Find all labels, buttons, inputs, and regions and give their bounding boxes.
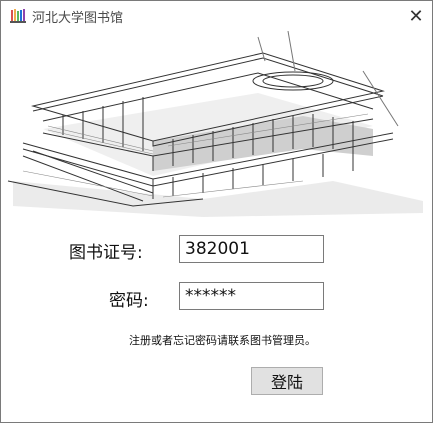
close-icon: ✕ <box>408 5 424 27</box>
close-button[interactable]: ✕ <box>400 1 432 31</box>
login-window: 河北大学图书馆 ✕ 图书证号: 382001 密码: ****** 注册或者忘记… <box>0 0 433 423</box>
title-bar[interactable]: 河北大学图书馆 ✕ <box>1 1 432 31</box>
password-input[interactable] <box>179 282 324 310</box>
login-button-label: 登陆 <box>270 373 303 392</box>
library-building-sketch <box>7 31 423 217</box>
login-button[interactable]: 登陆 <box>251 367 323 395</box>
help-hint-text: 注册或者忘记密码请联系图书管理员。 <box>129 334 316 347</box>
window-title: 河北大学图书馆 <box>32 11 124 26</box>
card-number-input[interactable] <box>179 235 324 263</box>
card-number-label: 图书证号: <box>69 243 143 263</box>
password-label: 密码: <box>109 291 149 311</box>
books-icon <box>10 9 26 23</box>
